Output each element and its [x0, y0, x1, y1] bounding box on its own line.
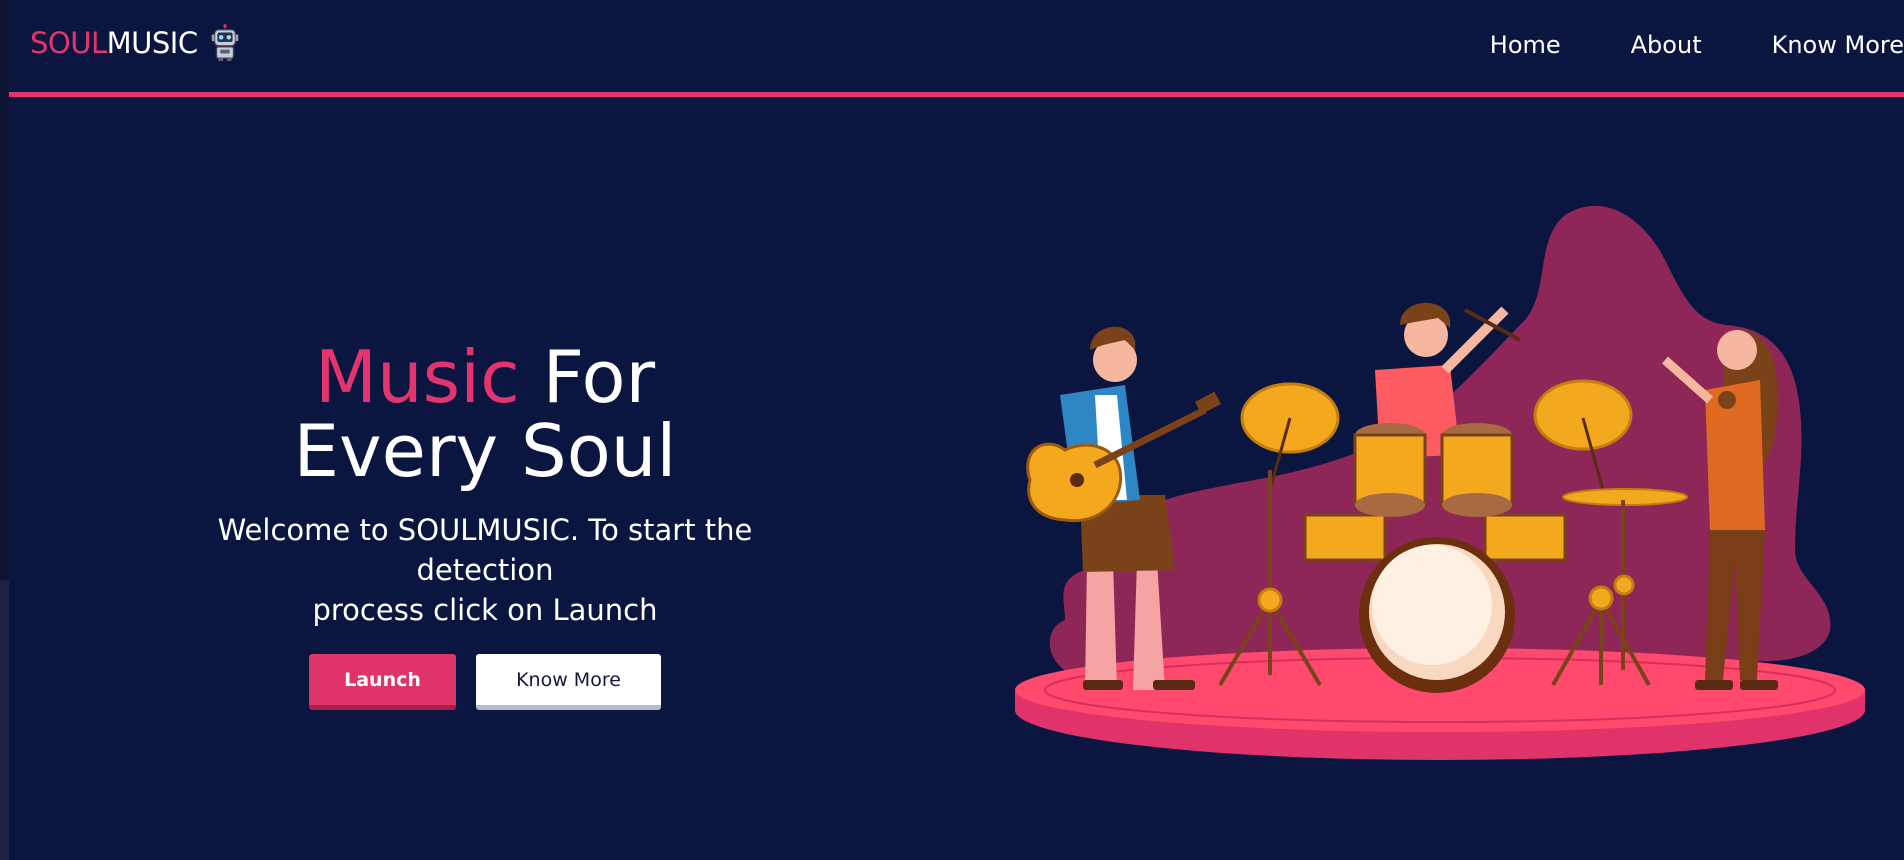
- window-edge: [0, 0, 9, 860]
- brand-rest: MUSIC: [106, 26, 198, 60]
- launch-button[interactable]: Launch: [309, 654, 456, 710]
- know-more-button[interactable]: Know More: [476, 654, 661, 710]
- nav-know-more[interactable]: Know More: [1772, 28, 1904, 62]
- robot-icon: [211, 24, 238, 62]
- brand-accent: SOUL: [30, 26, 107, 60]
- band-illustration: [1015, 205, 1865, 760]
- hero-subtitle-line1: Welcome to SOULMUSIC. To start the detec…: [217, 513, 753, 587]
- hero-subtitle: Welcome to SOULMUSIC. To start the detec…: [150, 510, 820, 630]
- hero-section: Music For Every Soul Welcome to SOULMUSI…: [150, 340, 820, 710]
- navbar: SOUL MUSIC Home About Know More: [9, 0, 1904, 97]
- nav-home[interactable]: Home: [1490, 28, 1561, 62]
- hero-title: Music For Every Soul: [150, 340, 820, 488]
- hero-title-rest: For: [519, 335, 656, 419]
- nav-about[interactable]: About: [1631, 28, 1702, 62]
- hero-title-accent: Music: [314, 335, 520, 419]
- hero-title-line2: Every Soul: [293, 409, 677, 493]
- hero-subtitle-line2: process click on Launch: [312, 593, 658, 627]
- nav-links: Home About Know More: [1420, 28, 1904, 62]
- hero-buttons: Launch Know More: [150, 654, 820, 710]
- brand-logo[interactable]: SOUL MUSIC: [30, 24, 244, 62]
